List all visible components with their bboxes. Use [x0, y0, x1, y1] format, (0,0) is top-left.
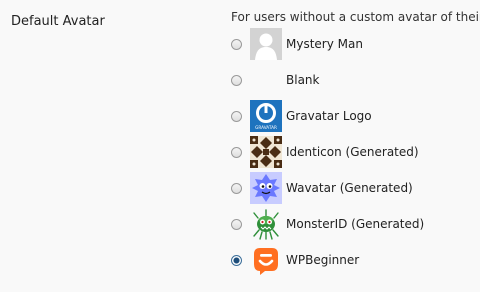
identicon-radio[interactable] [231, 147, 242, 158]
monsterid-label: MonsterID (Generated) [286, 217, 425, 231]
gravatar-logo-icon: GRAVATAR [250, 100, 282, 132]
mystery-man-radio[interactable] [231, 39, 242, 50]
wpbeginner-radio[interactable] [231, 255, 242, 266]
monsterid-avatar-icon [250, 208, 282, 240]
blank-label: Blank [286, 73, 320, 87]
wavatar-radio[interactable] [231, 183, 242, 194]
identicon-label: Identicon (Generated) [286, 145, 419, 159]
avatar-option-blank[interactable]: Blank [231, 64, 480, 98]
wavatar-label: Wavatar (Generated) [286, 181, 413, 195]
mystery-man-avatar-icon [250, 28, 282, 60]
wpbeginner-label: WPBeginner [286, 253, 360, 267]
avatar-option-wpbeginner[interactable]: WPBeginner [231, 244, 480, 278]
avatar-option-gravatar-logo[interactable]: GRAVATAR Gravatar Logo [231, 100, 480, 134]
avatar-option-wavatar[interactable]: Wavatar (Generated) [231, 172, 480, 206]
avatar-option-mystery-man[interactable]: Mystery Man [231, 28, 480, 62]
blank-radio[interactable] [231, 75, 242, 86]
monsterid-radio[interactable] [231, 219, 242, 230]
gravatar-logo-text: GRAVATAR [255, 125, 277, 130]
wavatar-avatar-icon [250, 172, 282, 204]
blank-avatar-icon [250, 64, 282, 96]
wpbeginner-avatar-icon [250, 244, 282, 276]
gravatar-logo-radio[interactable] [231, 111, 242, 122]
identicon-avatar-icon [250, 136, 282, 168]
avatar-option-identicon[interactable]: Identicon (Generated) [231, 136, 480, 170]
default-avatar-label: Default Avatar [11, 14, 105, 29]
gravatar-logo-label: Gravatar Logo [286, 109, 372, 123]
mystery-man-label: Mystery Man [286, 37, 363, 51]
avatar-option-monsterid[interactable]: MonsterID (Generated) [231, 208, 480, 242]
default-avatar-description: For users without a custom avatar of the… [231, 10, 480, 24]
